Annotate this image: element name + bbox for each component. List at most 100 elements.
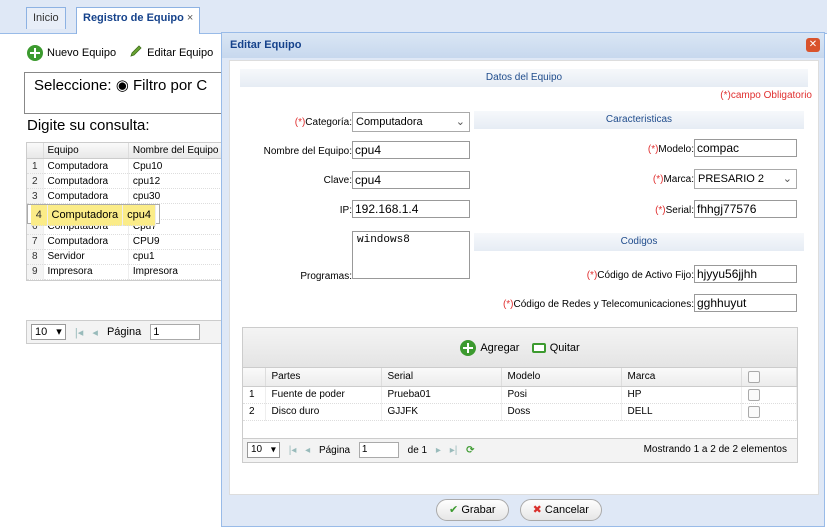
categoria-label: (*)Categoría: xyxy=(260,117,352,128)
page-size-select[interactable]: 10 ▾ xyxy=(31,324,66,340)
tab-registro-label: Registro de Equipo xyxy=(83,12,184,24)
quitar-button[interactable]: Quitar xyxy=(531,342,580,354)
row-number: 2 xyxy=(243,403,266,421)
filter-legend: Seleccione: ◉ Filtro por C xyxy=(31,76,211,94)
table-row[interactable]: 4 Computadora cpu4 xyxy=(27,204,161,226)
req-mark: (*) xyxy=(294,117,306,128)
col-modelo-header[interactable]: Modelo xyxy=(501,368,622,387)
programas-textarea[interactable]: windows8 xyxy=(352,231,470,279)
next-page-icon[interactable]: ▸ xyxy=(436,445,441,456)
serial-label: (*)Serial: xyxy=(560,205,694,216)
redes-field[interactable]: gghhuyut xyxy=(694,294,797,312)
col-equipo-header[interactable]: Equipo xyxy=(43,143,129,159)
cell-partes: Fuente de poder xyxy=(265,386,382,404)
prev-page-icon[interactable]: ◂ xyxy=(305,445,310,456)
tab-strip: Inicio Registro de Equipo × xyxy=(0,0,827,34)
agregar-button[interactable]: Agregar xyxy=(460,340,519,357)
row-select xyxy=(741,386,797,404)
table-row[interactable]: 7 Computadora CPU9 xyxy=(27,234,246,250)
select-all-header xyxy=(741,368,797,387)
cell-marca: HP xyxy=(621,386,742,404)
toolbar: Nuevo Equipo Editar Equipo xyxy=(27,44,223,61)
pager-status: Mostrando 1 a 2 de 2 elementos xyxy=(643,444,787,455)
first-page-icon[interactable]: |◂ xyxy=(75,326,83,339)
table-row[interactable]: 3 Computadora cpu30 xyxy=(27,188,246,204)
row-number: 1 xyxy=(27,158,44,174)
page-size-select[interactable]: 10 ▾ xyxy=(247,442,280,458)
row-number: 4 xyxy=(31,205,48,226)
grid-pager: 10 ▾ |◂ ◂ Página 1 xyxy=(26,320,246,344)
tab-registro-equipo[interactable]: Registro de Equipo × xyxy=(76,7,201,34)
activo-fijo-field[interactable]: hjyyu56jjhh xyxy=(694,265,797,283)
plus-icon xyxy=(27,44,43,61)
ip-field[interactable]: 192.168.1.4 xyxy=(352,200,470,218)
refresh-icon[interactable]: ⟳ xyxy=(466,445,474,456)
page-label: Página xyxy=(318,444,351,456)
cell-equipo: Computadora xyxy=(43,188,129,204)
dialog-footer: ✔ Grabar ✖ Cancelar xyxy=(222,495,824,525)
cell-nombre: cpu4 xyxy=(122,205,157,226)
first-page-icon[interactable]: |◂ xyxy=(289,445,297,456)
clave-field[interactable]: cpu4 xyxy=(352,171,470,189)
datos-equipo-header: Datos del Equipo xyxy=(240,69,808,87)
plus-icon xyxy=(460,340,477,357)
programas-label: Programas: xyxy=(300,271,352,282)
row-checkbox[interactable] xyxy=(747,405,760,418)
table-row[interactable]: 9 Impresora Impresora xyxy=(27,264,246,280)
row-number: 9 xyxy=(27,264,44,280)
cell-equipo: Computadora xyxy=(43,158,129,174)
marca-select[interactable]: PRESARIO 2 ⌄ xyxy=(694,169,797,189)
page-size-value: 10 xyxy=(251,444,263,455)
tab-inicio[interactable]: Inicio xyxy=(26,7,66,29)
row-checkbox[interactable] xyxy=(747,388,760,401)
cancelar-button[interactable]: ✖ Cancelar xyxy=(519,499,602,521)
filter-radio-label: Filtro por C xyxy=(133,77,208,94)
nuevo-equipo-button[interactable]: Nuevo Equipo xyxy=(27,44,116,61)
page-input[interactable]: 1 xyxy=(358,442,399,458)
filter-radio[interactable]: ◉ Filtro por C xyxy=(116,77,207,94)
activo-label-text: Código de Activo Fijo: xyxy=(597,270,694,281)
grabar-button[interactable]: ✔ Grabar xyxy=(436,499,509,521)
close-icon[interactable]: ✕ xyxy=(806,38,820,52)
page-input[interactable]: 1 xyxy=(150,324,201,340)
col-partes-header[interactable]: Partes xyxy=(265,368,382,387)
table-row[interactable]: 1 Fuente de poder Prueba01 Posi HP xyxy=(243,386,797,404)
marca-value: PRESARIO 2 xyxy=(698,173,765,185)
consulta-label: Digite su consulta: xyxy=(27,117,150,134)
caracteristicas-header: Caracteristicas xyxy=(474,111,804,129)
table-row[interactable]: 1 Computadora Cpu10 xyxy=(27,158,246,174)
partes-pager: 10 ▾ |◂ ◂ Página 1 de 1 ▸ ▸| ⟳ Mostrando… xyxy=(243,438,797,462)
cell-equipo: Servidor xyxy=(43,249,129,265)
last-page-icon[interactable]: ▸| xyxy=(450,445,458,456)
tab-inicio-label: Inicio xyxy=(33,12,59,24)
close-icon[interactable]: × xyxy=(187,12,193,24)
req-mark: (*) xyxy=(655,205,666,216)
prev-page-icon[interactable]: ◂ xyxy=(92,326,98,339)
categoria-select[interactable]: Computadora ⌄ xyxy=(352,112,470,132)
grabar-label: Grabar xyxy=(461,504,496,516)
cell-equipo: Computadora xyxy=(43,173,129,189)
cancelar-label: Cancelar xyxy=(544,504,589,516)
dialog-titlebar: Editar Equipo ✕ xyxy=(222,33,824,58)
cell-marca: DELL xyxy=(621,403,742,421)
equipos-grid: Equipo Nombre del Equipo 1 Computadora Cpu… xyxy=(26,142,246,281)
nombre-field[interactable]: cpu4 xyxy=(352,141,470,159)
editar-equipo-button[interactable]: Editar Equipo xyxy=(129,44,213,61)
filter-legend-label: Seleccione: xyxy=(34,77,112,94)
modelo-field[interactable]: compac xyxy=(694,139,797,157)
req-mark: (*) xyxy=(586,270,598,281)
partes-grid: Agregar Quitar Partes Serial Modelo Marc… xyxy=(242,327,798,463)
serial-label-text: Serial: xyxy=(665,205,694,216)
page-label: Página xyxy=(106,326,142,338)
col-marca-header[interactable]: Marca xyxy=(621,368,742,387)
row-select xyxy=(741,403,797,421)
modelo-label-text: Modelo: xyxy=(658,144,694,155)
table-row[interactable]: 2 Disco duro GJJFK Doss DELL xyxy=(243,403,797,421)
select-all-checkbox[interactable] xyxy=(747,370,760,383)
table-row[interactable]: 2 Computadora cpu12 xyxy=(27,173,246,189)
redes-label: (*)Código de Redes y Telecomunicaciones: xyxy=(480,299,694,310)
col-serial-header[interactable]: Serial xyxy=(381,368,502,387)
quitar-label: Quitar xyxy=(549,342,580,354)
serial-field[interactable]: fhhgj77576 xyxy=(694,200,797,218)
table-row[interactable]: 8 Servidor cpu1 xyxy=(27,249,246,265)
